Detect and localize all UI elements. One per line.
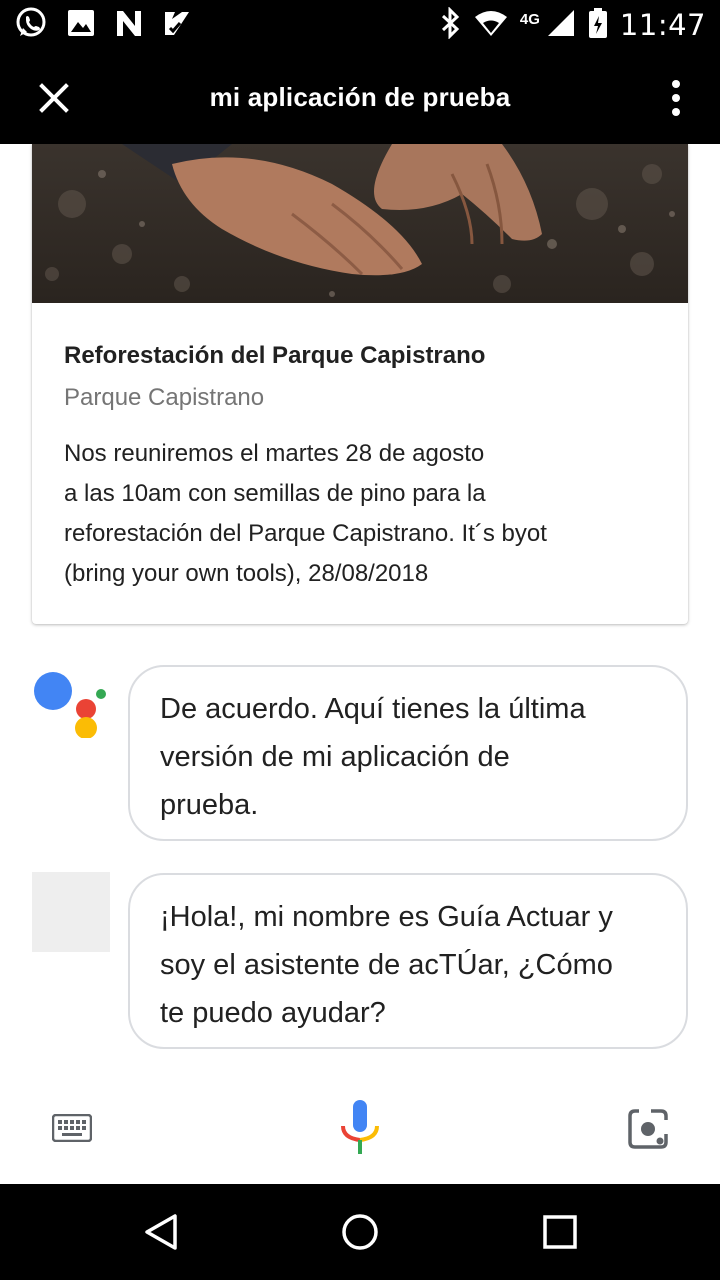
event-card[interactable]: Reforestación del Parque Capistrano Parq… [32, 144, 688, 624]
n-icon [114, 8, 144, 43]
google-assistant-logo-icon [32, 668, 112, 739]
card-description-line: a las 10am con semillas de pino para la [64, 480, 486, 507]
lens-icon [628, 1109, 668, 1149]
app-message-bubble: ¡Hola!, mi nombre es Guía Actuar y soy e… [128, 873, 688, 1049]
mic-icon [341, 1100, 379, 1154]
status-time: 11:47 [619, 8, 706, 42]
card-image [32, 144, 688, 303]
card-title: Reforestación del Parque Capistrano [64, 342, 486, 369]
bluetooth-icon [440, 5, 462, 44]
message-line: De acuerdo. Aquí tienes la última [160, 693, 586, 725]
navigation-bar [0, 1184, 720, 1280]
back-button[interactable] [142, 1213, 180, 1251]
image-icon [66, 8, 96, 43]
card-description-line: Nos reuniremos el martes 28 de agosto [64, 440, 485, 467]
card-subtitle: Parque Capistrano [64, 384, 265, 411]
card-description-line: (bring your own tools), 28/08/2018 [64, 560, 429, 587]
message-line: ¡Hola!, mi nombre es Guía Actuar y [160, 901, 613, 933]
app-title: mi aplicación de prueba [209, 82, 511, 112]
more-vert-icon [672, 80, 680, 116]
assistant-message-bubble: De acuerdo. Aquí tienes la última versió… [128, 665, 688, 841]
battery-icon [588, 7, 608, 44]
keyboard-icon [51, 1113, 93, 1143]
home-button[interactable] [341, 1213, 379, 1251]
conversation-area[interactable]: Reforestación del Parque Capistrano Parq… [0, 144, 720, 1084]
mic-button[interactable] [340, 1098, 380, 1156]
wifi-icon [474, 9, 508, 42]
more-options-button[interactable] [664, 78, 688, 118]
message-line: soy el asistente de acTÚar, ¿Cómo [160, 949, 613, 981]
status-bar: 4G 11:47 [0, 0, 720, 50]
app-bar: mi aplicación de prueba [0, 50, 720, 144]
card-description: Nos reuniremos el martes 28 de agosto a … [64, 434, 664, 594]
message-line: te puedo ayudar? [160, 997, 386, 1029]
back-icon [145, 1214, 177, 1250]
whatsapp-icon [14, 6, 48, 45]
card-description-line: reforestación del Parque Capistrano. It´… [64, 520, 547, 547]
recents-button[interactable] [543, 1215, 577, 1249]
lens-button[interactable] [627, 1108, 669, 1150]
recents-icon [543, 1215, 577, 1249]
notification-check-icon [162, 8, 192, 43]
app-avatar [32, 872, 110, 952]
network-type: 4G [519, 10, 540, 28]
keyboard-button[interactable] [51, 1113, 93, 1143]
home-icon [342, 1214, 378, 1250]
message-line: versión de mi aplicación de [160, 741, 510, 773]
message-line: prueba. [160, 789, 259, 821]
signal-icon [546, 8, 576, 43]
input-bar [0, 1084, 720, 1184]
